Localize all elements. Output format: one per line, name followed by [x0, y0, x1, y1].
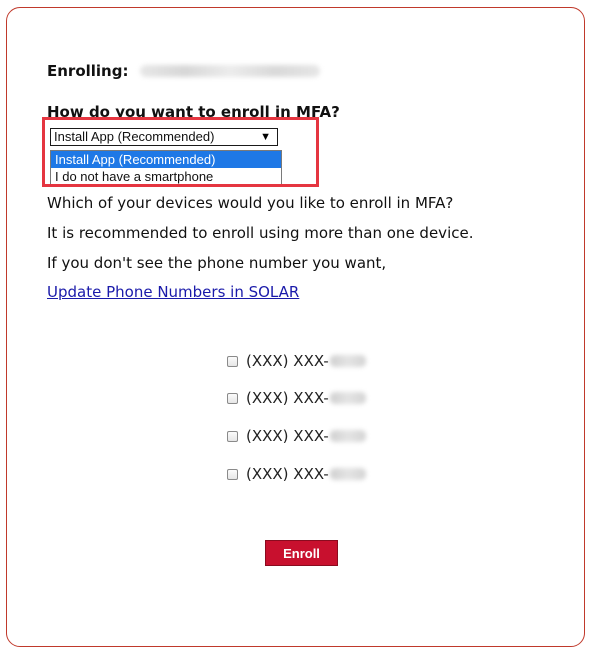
- phone-checkbox[interactable]: [227, 392, 238, 404]
- phone-number-label: (XXX) XXX-: [246, 427, 329, 445]
- phone-option-row: (XXX) XXX-: [227, 352, 366, 370]
- missing-phone-text: If you don't see the phone number you wa…: [47, 254, 387, 272]
- phone-option-row: (XXX) XXX-: [227, 389, 366, 407]
- redacted-phone-digits: [329, 355, 366, 367]
- enrolling-row: Enrolling:: [47, 62, 321, 80]
- redacted-phone-digits: [329, 468, 366, 480]
- phone-checkbox[interactable]: [227, 468, 238, 480]
- redacted-phone-digits: [329, 392, 366, 404]
- phone-option-row: (XXX) XXX-: [227, 465, 366, 483]
- enrolling-label: Enrolling:: [47, 62, 129, 80]
- enroll-button[interactable]: Enroll: [265, 540, 338, 566]
- update-phone-numbers-link[interactable]: Update Phone Numbers in SOLAR: [47, 283, 299, 301]
- phone-number-label: (XXX) XXX-: [246, 352, 329, 370]
- redacted-user-name: [140, 65, 321, 77]
- redacted-phone-digits: [329, 430, 366, 442]
- recommendation-text: It is recommended to enroll using more t…: [47, 224, 474, 242]
- annotation-highlight-box: [42, 117, 319, 187]
- devices-question: Which of your devices would you like to …: [47, 194, 454, 212]
- phone-checkbox[interactable]: [227, 430, 238, 442]
- phone-number-label: (XXX) XXX-: [246, 389, 329, 407]
- phone-number-label: (XXX) XXX-: [246, 465, 329, 483]
- phone-option-row: (XXX) XXX-: [227, 427, 366, 445]
- phone-checkbox[interactable]: [227, 355, 238, 367]
